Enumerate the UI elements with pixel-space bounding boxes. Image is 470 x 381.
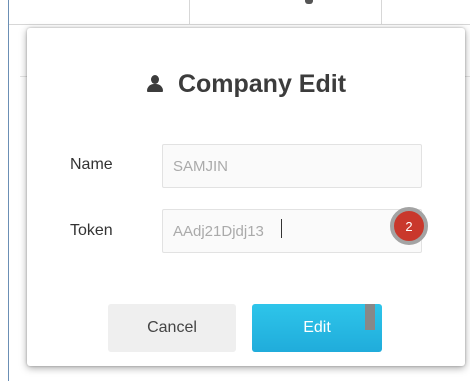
- name-label: Name: [70, 156, 113, 173]
- cancel-button[interactable]: Cancel: [108, 304, 236, 352]
- text-caret: [281, 219, 282, 238]
- edit-button[interactable]: Edit: [252, 304, 382, 352]
- modal-title: Company Edit: [27, 70, 465, 99]
- token-label: Token: [70, 222, 113, 239]
- token-input[interactable]: [162, 209, 422, 253]
- company-edit-modal: Company Edit Name Token 2 Cancel Edit: [27, 28, 465, 366]
- header-divider: [189, 0, 190, 24]
- header-divider: [381, 0, 382, 24]
- modal-title-text: Company Edit: [177, 70, 347, 98]
- step-badge: 2: [390, 207, 428, 245]
- cursor-overlay: [365, 304, 375, 330]
- user-icon: [146, 74, 164, 95]
- name-input[interactable]: [162, 144, 422, 188]
- header-glyph: [305, 0, 313, 4]
- background-header: [9, 0, 470, 25]
